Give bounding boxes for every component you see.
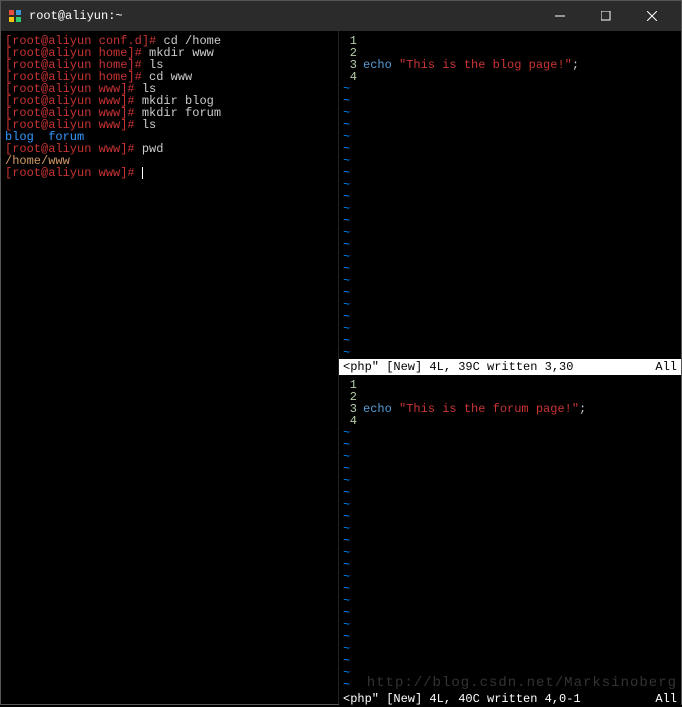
tilde-line: ~ <box>339 287 681 299</box>
editor-top[interactable]: 123echo "This is the blog page!";4~~~~~~… <box>339 31 681 375</box>
tilde-line: ~ <box>339 679 681 691</box>
tilde-line: ~ <box>339 215 681 227</box>
tilde-line: ~ <box>339 263 681 275</box>
tilde-line: ~ <box>339 311 681 323</box>
terminal-prompt: [root@aliyun www]# <box>5 167 334 179</box>
editor-pane: 123echo "This is the blog page!";4~~~~~~… <box>339 31 681 704</box>
minimize-button[interactable] <box>537 1 583 31</box>
code-line: 4 <box>339 415 681 427</box>
tilde-line: ~ <box>339 655 681 667</box>
editor-top-status: <php" [New] 4L, 39C written 3,30 All <box>339 359 681 375</box>
tilde-line: ~ <box>339 643 681 655</box>
status-left: <php" [New] 4L, 39C written 3,30 <box>343 360 573 374</box>
tilde-line: ~ <box>339 487 681 499</box>
code-line: 3echo "This is the blog page!"; <box>339 59 681 71</box>
tilde-line: ~ <box>339 107 681 119</box>
tilde-line: ~ <box>339 607 681 619</box>
tilde-line: ~ <box>339 535 681 547</box>
tilde-line: ~ <box>339 523 681 535</box>
tilde-line: ~ <box>339 299 681 311</box>
maximize-button[interactable] <box>583 1 629 31</box>
tilde-line: ~ <box>339 323 681 335</box>
tilde-line: ~ <box>339 619 681 631</box>
tilde-line: ~ <box>339 275 681 287</box>
app-icon <box>7 8 23 24</box>
tilde-line: ~ <box>339 595 681 607</box>
terminal-window: root@aliyun:~ [root@aliyun conf.d]# cd /… <box>0 0 682 705</box>
tilde-line: ~ <box>339 511 681 523</box>
tilde-line: ~ <box>339 95 681 107</box>
window-controls <box>537 1 675 31</box>
tilde-line: ~ <box>339 427 681 439</box>
tilde-line: ~ <box>339 499 681 511</box>
status-left: <php" [New] 4L, 40C written 4,0-1 <box>343 692 581 706</box>
close-button[interactable] <box>629 1 675 31</box>
tilde-line: ~ <box>339 167 681 179</box>
status-right: All <box>655 360 677 374</box>
tilde-line: ~ <box>339 155 681 167</box>
terminal-pane[interactable]: [root@aliyun conf.d]# cd /home[root@aliy… <box>1 31 339 704</box>
code-line: 4 <box>339 71 681 83</box>
tilde-line: ~ <box>339 475 681 487</box>
code-line: 1 <box>339 379 681 391</box>
tilde-line: ~ <box>339 251 681 263</box>
tilde-line: ~ <box>339 239 681 251</box>
titlebar[interactable]: root@aliyun:~ <box>1 1 681 31</box>
tilde-line: ~ <box>339 463 681 475</box>
tilde-line: ~ <box>339 179 681 191</box>
editor-bottom-code[interactable]: 123echo "This is the forum page!";4~~~~~… <box>339 375 681 691</box>
code-line: 3echo "This is the forum page!"; <box>339 403 681 415</box>
status-right: All <box>655 692 677 706</box>
tilde-line: ~ <box>339 335 681 347</box>
tilde-line: ~ <box>339 203 681 215</box>
tilde-line: ~ <box>339 83 681 95</box>
tilde-line: ~ <box>339 119 681 131</box>
tilde-line: ~ <box>339 667 681 679</box>
tilde-line: ~ <box>339 571 681 583</box>
tilde-line: ~ <box>339 347 681 359</box>
tilde-line: ~ <box>339 583 681 595</box>
tilde-line: ~ <box>339 191 681 203</box>
window-title: root@aliyun:~ <box>29 9 537 23</box>
content-area: [root@aliyun conf.d]# cd /home[root@aliy… <box>1 31 681 704</box>
tilde-line: ~ <box>339 451 681 463</box>
editor-top-code[interactable]: 123echo "This is the blog page!";4~~~~~~… <box>339 31 681 359</box>
tilde-line: ~ <box>339 131 681 143</box>
tilde-line: ~ <box>339 439 681 451</box>
tilde-line: ~ <box>339 559 681 571</box>
code-line: 1 <box>339 35 681 47</box>
tilde-line: ~ <box>339 547 681 559</box>
tilde-line: ~ <box>339 227 681 239</box>
tilde-line: ~ <box>339 143 681 155</box>
editor-bottom[interactable]: 123echo "This is the forum page!";4~~~~~… <box>339 375 681 707</box>
tilde-line: ~ <box>339 631 681 643</box>
